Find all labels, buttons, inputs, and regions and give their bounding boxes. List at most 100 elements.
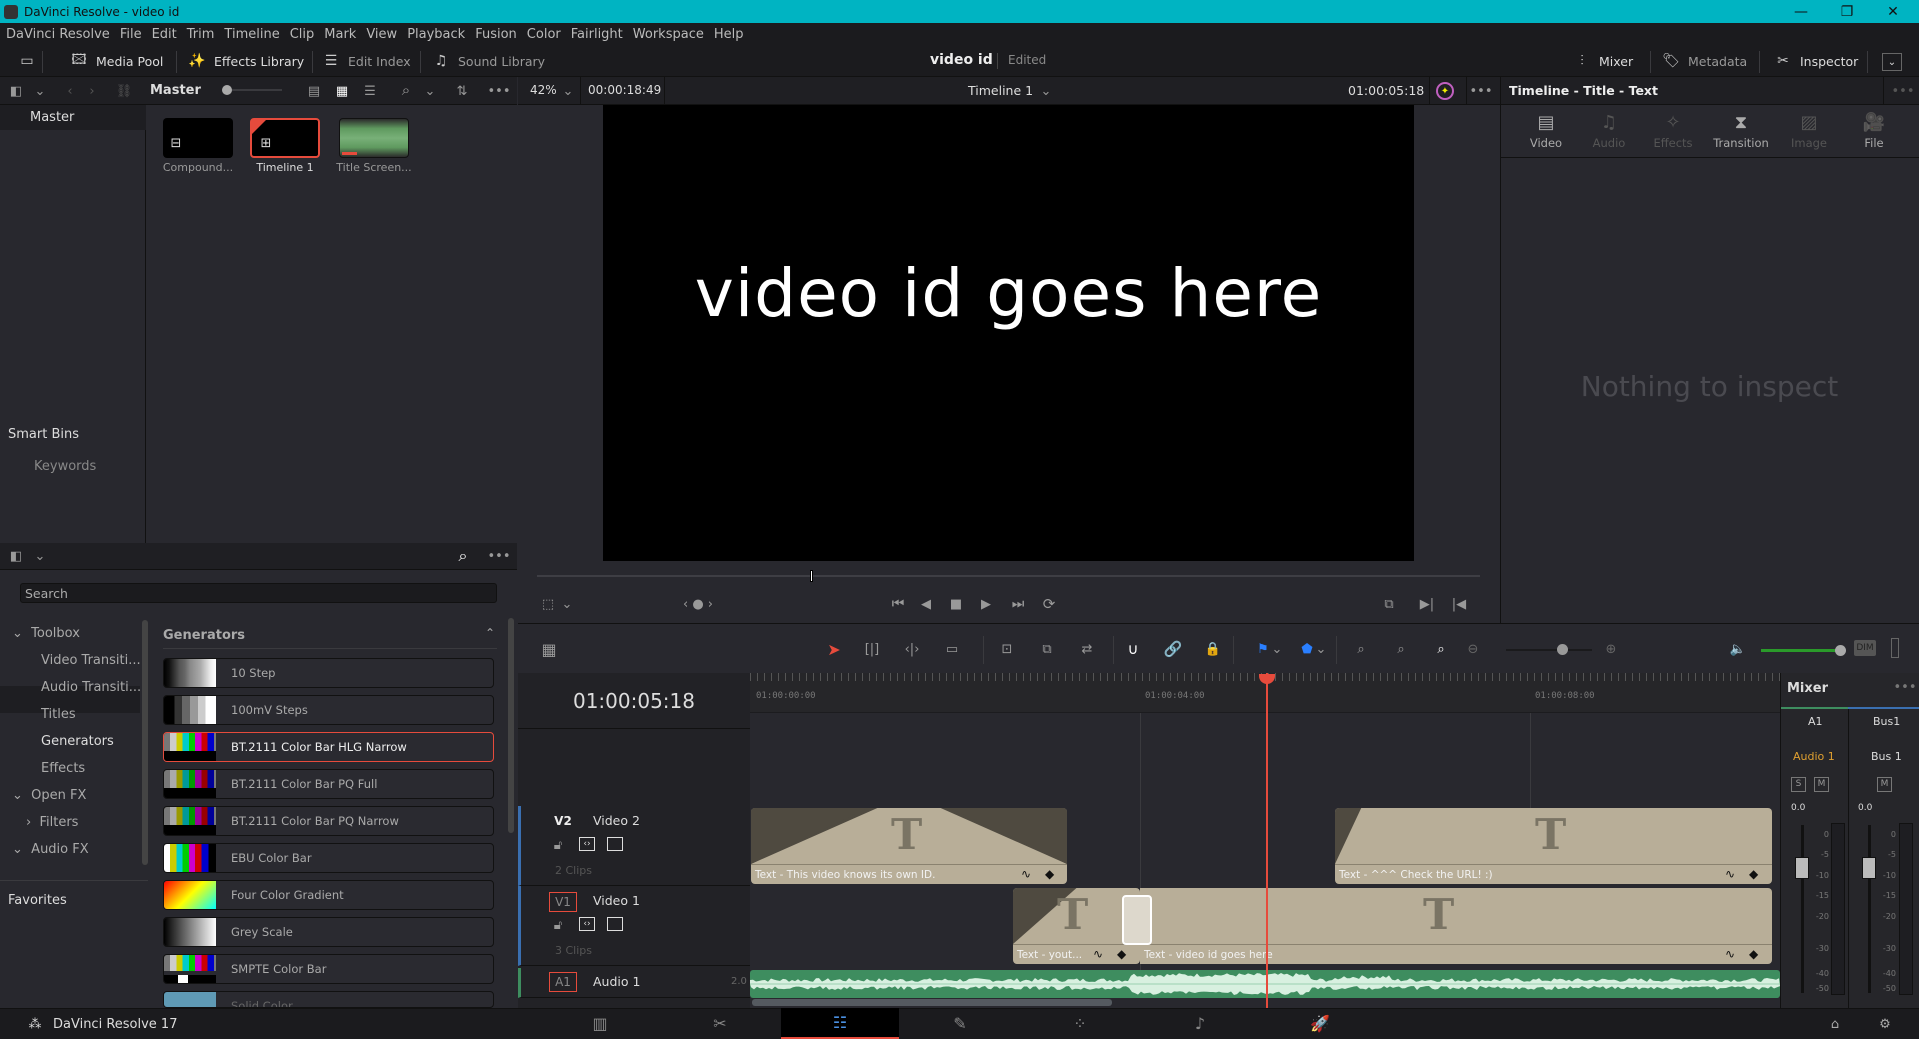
volume-slider[interactable] bbox=[1761, 645, 1846, 656]
track-name[interactable]: Video 1 bbox=[593, 893, 640, 908]
menu-davinci[interactable]: DaVinci Resolve bbox=[6, 27, 110, 42]
selection-mode-icon[interactable]: ➤ bbox=[826, 640, 842, 659]
thumbnail-view-icon[interactable]: ▦ bbox=[334, 83, 350, 99]
generator-item[interactable]: Grey Scale bbox=[163, 917, 494, 947]
tree-item-filters[interactable]: › Filters bbox=[26, 815, 78, 830]
track-name[interactable]: Video 2 bbox=[593, 813, 640, 828]
search-icon[interactable]: ⌕ bbox=[454, 546, 472, 565]
timeline-view-options-icon[interactable]: ▦ bbox=[536, 640, 562, 659]
zoom-out-icon[interactable]: ⊖ bbox=[1466, 640, 1480, 658]
play-reverse-icon[interactable]: ◀ bbox=[918, 596, 934, 612]
menu-help[interactable]: Help bbox=[714, 27, 744, 42]
page-media[interactable]: ▥ bbox=[541, 1008, 659, 1039]
mute-button[interactable]: M bbox=[1814, 777, 1829, 792]
generator-item[interactable]: 100mV Steps bbox=[163, 695, 494, 725]
metadata-view-icon[interactable]: ▤ bbox=[306, 83, 322, 99]
viewer-frame[interactable]: video id goes here bbox=[603, 105, 1414, 561]
next-edit-icon[interactable]: ▶| bbox=[1418, 596, 1436, 612]
track-name[interactable]: Audio 1 bbox=[593, 974, 640, 989]
menu-workspace[interactable]: Workspace bbox=[633, 27, 704, 42]
more-options-icon[interactable]: ••• bbox=[488, 548, 511, 564]
curve-icon[interactable]: ∿ bbox=[1725, 947, 1735, 961]
tree-item-toolbox[interactable]: ⌄ Toolbox bbox=[12, 626, 80, 641]
page-fairlight[interactable]: ♪ bbox=[1141, 1008, 1259, 1039]
chevron-down-icon[interactable]: ⌄ bbox=[1040, 83, 1052, 99]
list-scrollbar[interactable] bbox=[508, 618, 514, 833]
generator-item[interactable]: BT.2111 Color Bar PQ Narrow bbox=[163, 806, 494, 836]
smart-bin-keywords[interactable]: Keywords bbox=[34, 459, 96, 474]
color-sparkle-icon[interactable]: ✦ bbox=[1436, 82, 1454, 100]
menu-timeline[interactable]: Timeline bbox=[224, 27, 279, 42]
sidebar-toggle-icon[interactable]: ◧ bbox=[8, 83, 24, 99]
settings-gear-icon[interactable]: ⚙ bbox=[1876, 1016, 1894, 1032]
overwrite-clip-icon[interactable]: ⧉ bbox=[1033, 640, 1061, 658]
generator-item[interactable]: 10 Step bbox=[163, 658, 494, 688]
clip-thumbnail-timeline[interactable]: ⊞ bbox=[250, 118, 320, 158]
fader-handle[interactable] bbox=[1795, 857, 1809, 879]
more-options-icon[interactable]: ••• bbox=[1894, 679, 1917, 695]
stop-icon[interactable]: ■ bbox=[948, 596, 964, 612]
keyframe-icon[interactable]: ◆ bbox=[1045, 867, 1054, 881]
keyframe-icon[interactable]: ◆ bbox=[1117, 947, 1126, 961]
volume-knob[interactable] bbox=[1835, 645, 1846, 656]
forward-icon[interactable]: › bbox=[86, 83, 98, 99]
lock-icon[interactable]: 🔓︎ bbox=[551, 917, 565, 933]
viewer-timeline-name[interactable]: Timeline 1 bbox=[968, 83, 1033, 98]
maximize-button[interactable]: ❐ bbox=[1824, 0, 1870, 23]
prev-edit-icon[interactable]: |◀ bbox=[1450, 596, 1468, 612]
timeline-clip-title[interactable]: T Text - video id goes here ∿ ◆ bbox=[1140, 888, 1772, 964]
track-id[interactable]: V2 bbox=[549, 812, 577, 832]
inspector-tab-video[interactable]: ▤ Video bbox=[1516, 112, 1576, 150]
back-icon[interactable]: ‹ bbox=[64, 83, 76, 99]
flag-icon[interactable]: ⚑ bbox=[1256, 640, 1270, 658]
chevron-down-icon[interactable]: ⌄ bbox=[562, 596, 573, 612]
timeline-clip-title[interactable]: T Text - This video knows its own ID. ∿ … bbox=[751, 808, 1067, 884]
loop-icon[interactable]: ⟳ bbox=[1040, 595, 1058, 613]
effects-search-input[interactable]: Search bbox=[20, 583, 497, 603]
track-id[interactable]: A1 bbox=[549, 972, 577, 992]
clip-thumbnail-compound[interactable]: ⊟ bbox=[163, 118, 233, 158]
tree-scrollbar[interactable] bbox=[142, 620, 148, 865]
fader-handle[interactable] bbox=[1862, 857, 1876, 879]
media-pool-button[interactable]: 🖾 Media Pool bbox=[70, 51, 163, 71]
menu-fusion[interactable]: Fusion bbox=[475, 27, 517, 42]
chevron-down-icon[interactable]: ⌄ bbox=[1272, 640, 1283, 658]
inspector-tab-transition[interactable]: ⧗ Transition bbox=[1711, 112, 1771, 150]
sound-library-button[interactable]: ♫ Sound Library bbox=[432, 51, 545, 71]
chevron-down-icon[interactable]: ⌄ bbox=[562, 83, 574, 99]
insert-clip-icon[interactable]: ⊡ bbox=[993, 640, 1021, 658]
skip-end-icon[interactable]: ⏭ bbox=[1008, 596, 1028, 612]
viewer-zoom[interactable]: 42% bbox=[530, 83, 557, 97]
scrubber-handle[interactable] bbox=[810, 570, 813, 582]
zoom-custom-icon[interactable]: ⌕ bbox=[1428, 640, 1454, 658]
list-view-icon[interactable]: ☰ bbox=[362, 83, 378, 99]
generator-item[interactable]: Solid Color bbox=[163, 991, 494, 1008]
jog-icon[interactable]: ‹ ● › bbox=[678, 596, 718, 612]
tree-item-open-fx[interactable]: ⌄ Open FX bbox=[12, 788, 86, 803]
chevron-down-icon[interactable]: ⌄ bbox=[34, 83, 46, 99]
unlink-icon[interactable]: ⛓ bbox=[116, 83, 133, 99]
minimize-button[interactable]: — bbox=[1778, 0, 1824, 23]
clip-thumbnail-title-screen[interactable] bbox=[339, 118, 409, 158]
page-fusion[interactable]: ✎ bbox=[901, 1008, 1019, 1039]
thumb-size-slider[interactable] bbox=[222, 85, 282, 95]
track-id[interactable]: V1 bbox=[549, 892, 577, 912]
viewer-scrubber[interactable] bbox=[537, 570, 1480, 582]
more-options-icon[interactable]: ••• bbox=[1470, 83, 1493, 99]
menu-playback[interactable]: Playback bbox=[407, 27, 465, 42]
tree-item-effects[interactable]: Effects bbox=[41, 761, 85, 776]
inspector-tab-file[interactable]: 🎥 File bbox=[1844, 112, 1904, 150]
chevron-down-icon[interactable]: ⌄ bbox=[1316, 640, 1327, 658]
replace-clip-icon[interactable]: ⇄ bbox=[1073, 640, 1101, 658]
blade-mode-icon[interactable]: ▭ bbox=[938, 640, 966, 658]
keyframe-icon[interactable]: ◆ bbox=[1749, 947, 1758, 961]
speaker-icon[interactable]: 🔈 bbox=[1730, 640, 1746, 658]
tree-item-video-transitions[interactable]: Video Transiti... bbox=[41, 653, 141, 668]
trim-mode-icon[interactable]: [|] bbox=[858, 640, 886, 658]
auto-select-icon[interactable]: ‹› bbox=[579, 837, 595, 851]
home-icon[interactable]: ⌂ bbox=[1826, 1016, 1844, 1032]
solo-button[interactable]: S bbox=[1791, 777, 1806, 792]
menu-mark[interactable]: Mark bbox=[324, 27, 356, 42]
workspace-dropdown-button[interactable]: ⌄ bbox=[1882, 53, 1902, 71]
more-options-icon[interactable]: ••• bbox=[1892, 83, 1915, 99]
